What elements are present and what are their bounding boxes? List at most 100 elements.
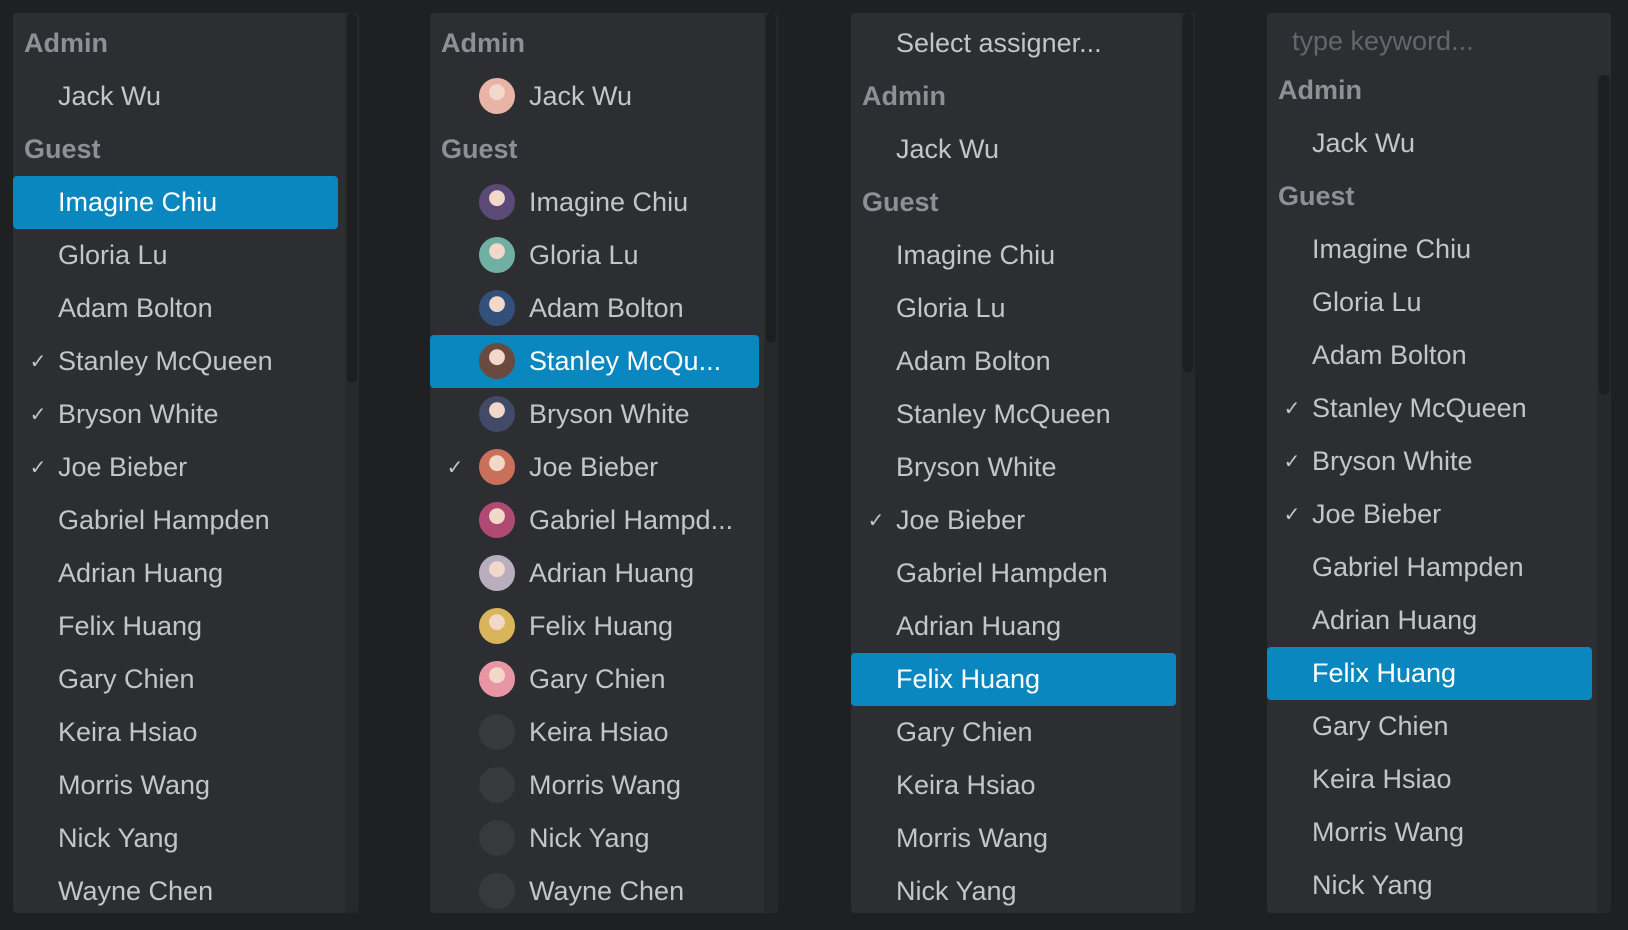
option-gary-chien[interactable]: Gary Chien — [851, 706, 1181, 759]
option-label: Gabriel Hampden — [896, 558, 1108, 588]
option-keira-hsiao[interactable]: Keira Hsiao — [430, 706, 760, 759]
dropdown-panel-2: Admin Jack Wu Guest Imagine Chiu Gloria Lu Ad… — [430, 13, 778, 913]
option-adam-bolton[interactable]: Adam Bolton — [1267, 329, 1597, 382]
avatar — [479, 184, 515, 220]
option-label: Morris Wang — [529, 770, 682, 800]
option-adrian-huang[interactable]: Adrian Huang — [1267, 594, 1597, 647]
option-label: Wayne Chen — [529, 876, 685, 906]
option-label: Gabriel Hampden — [58, 505, 270, 535]
option-wayne-chen[interactable]: Wayne Chen — [13, 865, 343, 913]
group-label: Guest — [441, 134, 518, 164]
option-label: Stanley McQu... — [529, 346, 722, 376]
option-gabriel-hampden[interactable]: Gabriel Hampden — [13, 494, 343, 547]
option-adam-bolton[interactable]: Adam Bolton — [13, 282, 343, 335]
option-morris-wang[interactable]: Morris Wang — [1267, 806, 1597, 859]
option-bryson-white[interactable]: Bryson White — [430, 388, 760, 441]
option-imagine-chiu[interactable]: Imagine Chiu — [1267, 223, 1597, 276]
option-morris-wang[interactable]: Morris Wang — [13, 759, 343, 812]
option-gloria-lu[interactable]: Gloria Lu — [430, 229, 760, 282]
option-label: Jack Wu — [58, 81, 162, 111]
option-jack-wu[interactable]: Jack Wu — [13, 70, 343, 123]
option-adrian-huang[interactable]: Adrian Huang — [13, 547, 343, 600]
option-adrian-huang[interactable]: Adrian Huang — [851, 600, 1181, 653]
scrollbar-thumb[interactable] — [766, 13, 776, 343]
scrollbar-thumb[interactable] — [1599, 75, 1609, 395]
option-adam-bolton[interactable]: Adam Bolton — [430, 282, 760, 335]
option-bryson-white[interactable]: ✓ Bryson White — [1267, 435, 1597, 488]
scrollbar-thumb[interactable] — [1183, 13, 1193, 373]
option-adam-bolton[interactable]: Adam Bolton — [851, 335, 1181, 388]
option-label: Adrian Huang — [1312, 605, 1478, 635]
option-keira-hsiao[interactable]: Keira Hsiao — [851, 759, 1181, 812]
option-stanley-mcqueen[interactable]: ✓ Stanley McQueen — [13, 335, 343, 388]
option-wayne-chen[interactable]: Wayne Chen — [430, 865, 760, 913]
avatar — [479, 820, 515, 856]
group-header-guest: Guest — [851, 176, 1181, 229]
avatar — [479, 237, 515, 273]
option-label: Felix Huang — [529, 611, 674, 641]
option-jack-wu[interactable]: Jack Wu — [430, 70, 760, 123]
option-gabriel-hampd[interactable]: Gabriel Hampd... — [430, 494, 760, 547]
option-imagine-chiu[interactable]: Imagine Chiu — [430, 176, 760, 229]
dropdown-panel-1: Admin Jack Wu Guest Imagine Chiu Gloria Lu Ad… — [13, 13, 359, 913]
option-gary-chien[interactable]: Gary Chien — [13, 653, 343, 706]
option-joe-bieber[interactable]: ✓ Joe Bieber — [1267, 488, 1597, 541]
option-label: Gloria Lu — [896, 293, 1006, 323]
option-felix-huang[interactable]: Felix Huang — [851, 653, 1176, 706]
search-input[interactable]: type keyword... — [1267, 15, 1611, 67]
option-stanley-mcqu[interactable]: Stanley McQu... — [430, 335, 759, 388]
option-stanley-mcqueen[interactable]: ✓ Stanley McQueen — [1267, 382, 1597, 435]
option-gary-chien[interactable]: Gary Chien — [1267, 700, 1597, 753]
option-morris-wang[interactable]: Morris Wang — [430, 759, 760, 812]
option-bryson-white[interactable]: Bryson White — [851, 441, 1181, 494]
option-bryson-white[interactable]: ✓ Bryson White — [13, 388, 343, 441]
option-felix-huang[interactable]: Felix Huang — [13, 600, 343, 653]
avatar — [479, 78, 515, 114]
option-jack-wu[interactable]: Jack Wu — [1267, 117, 1597, 170]
option-keira-hsiao[interactable]: Keira Hsiao — [1267, 753, 1597, 806]
option-joe-bieber[interactable]: ✓ Joe Bieber — [13, 441, 343, 494]
option-label: Joe Bieber — [1312, 499, 1442, 529]
option-nick-yang[interactable]: Nick Yang — [1267, 859, 1597, 912]
dropdown-panel-4: type keyword... Admin Jack Wu Guest Imagine… — [1267, 13, 1611, 913]
group-label: Guest — [862, 187, 939, 217]
option-morris-wang[interactable]: Morris Wang — [851, 812, 1181, 865]
option-gloria-lu[interactable]: Gloria Lu — [13, 229, 343, 282]
check-icon: ✓ — [1283, 504, 1301, 526]
option-gabriel-hampden[interactable]: Gabriel Hampden — [851, 547, 1181, 600]
option-nick-yang[interactable]: Nick Yang — [851, 865, 1181, 913]
option-felix-huang[interactable]: Felix Huang — [430, 600, 760, 653]
option-felix-huang[interactable]: Felix Huang — [1267, 647, 1592, 700]
option-label: Morris Wang — [58, 770, 211, 800]
option-gabriel-hampden[interactable]: Gabriel Hampden — [1267, 541, 1597, 594]
option-keira-hsiao[interactable]: Keira Hsiao — [13, 706, 343, 759]
option-label: Gary Chien — [1312, 711, 1449, 741]
group-label: Admin — [24, 28, 108, 58]
option-joe-bieber[interactable]: ✓ Joe Bieber — [851, 494, 1181, 547]
search-placeholder: type keyword... — [1292, 25, 1474, 56]
placeholder-option[interactable]: Select assigner... — [851, 17, 1181, 70]
option-label: Gary Chien — [58, 664, 195, 694]
option-imagine-chiu[interactable]: Imagine Chiu — [13, 176, 338, 229]
option-gary-chien[interactable]: Gary Chien — [430, 653, 760, 706]
option-label: Adam Bolton — [896, 346, 1051, 376]
option-nick-yang[interactable]: Nick Yang — [430, 812, 760, 865]
option-gloria-lu[interactable]: Gloria Lu — [1267, 276, 1597, 329]
option-jack-wu[interactable]: Jack Wu — [851, 123, 1181, 176]
option-label: Morris Wang — [896, 823, 1049, 853]
option-label: Jack Wu — [896, 134, 1000, 164]
scrollbar-thumb[interactable] — [347, 13, 357, 383]
option-stanley-mcqueen[interactable]: Stanley McQueen — [851, 388, 1181, 441]
option-label: Adam Bolton — [1312, 340, 1467, 370]
option-gloria-lu[interactable]: Gloria Lu — [851, 282, 1181, 335]
option-label: Gloria Lu — [529, 240, 639, 270]
check-icon: ✓ — [29, 404, 47, 426]
option-label: Bryson White — [529, 399, 690, 429]
group-header-admin: Admin — [430, 17, 760, 70]
option-joe-bieber[interactable]: ✓ Joe Bieber — [430, 441, 760, 494]
option-label: Adrian Huang — [58, 558, 224, 588]
option-imagine-chiu[interactable]: Imagine Chiu — [851, 229, 1181, 282]
option-nick-yang[interactable]: Nick Yang — [13, 812, 343, 865]
option-adrian-huang[interactable]: Adrian Huang — [430, 547, 760, 600]
option-label: Nick Yang — [896, 876, 1017, 906]
